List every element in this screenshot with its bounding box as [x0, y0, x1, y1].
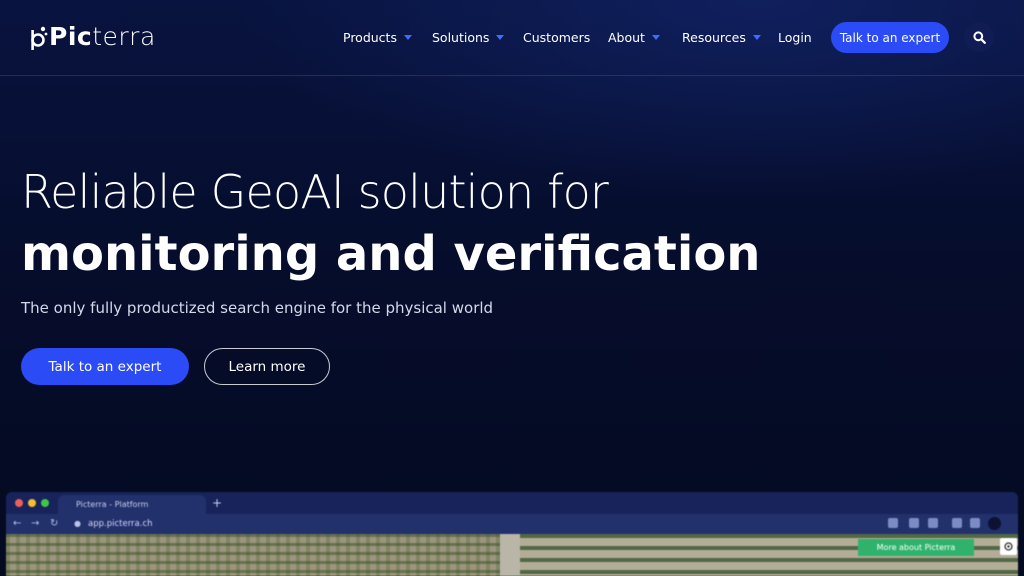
profile-avatar — [988, 517, 1001, 530]
nav-item-about[interactable]: About — [608, 23, 660, 51]
logo-text-light: terra — [92, 22, 156, 51]
hero-subtitle: The only fully productized search engine… — [21, 299, 494, 317]
chevron-down-icon — [403, 34, 412, 40]
map-road — [500, 534, 520, 576]
nav-item-label: Products — [343, 29, 397, 45]
lock-icon: ● — [74, 519, 81, 528]
share-icon — [909, 518, 919, 528]
browser-url-bar: ← → ↻ ● app.picterra.ch — [6, 514, 1018, 534]
browser-tab-title: Picterra - Platform — [76, 500, 149, 509]
nav-item-customers[interactable]: Customers — [523, 23, 590, 51]
more-about-picterra-button: More about Picterra — [858, 539, 974, 556]
hero-title-line-1: Reliable GeoAI solution for — [21, 165, 609, 219]
logo-text-bold: Pic — [49, 22, 93, 51]
hero-title-line-2: monitoring and verification — [21, 226, 761, 282]
nav-item-login[interactable]: Login — [778, 23, 812, 51]
reload-icon: ↻ — [50, 518, 59, 529]
forward-arrow-icon: → — [31, 518, 40, 529]
locate-icon — [1000, 538, 1017, 555]
chevron-down-icon — [752, 34, 761, 40]
window-close-dot — [15, 499, 23, 507]
nav-item-solutions[interactable]: Solutions — [432, 23, 505, 51]
window-maximize-dot — [41, 499, 49, 507]
key-icon — [888, 518, 898, 528]
browser-url-text: app.picterra.ch — [88, 519, 153, 529]
sidebar-icon — [970, 518, 980, 528]
talk-to-expert-button[interactable]: Talk to an expert — [21, 348, 189, 385]
star-icon — [928, 518, 938, 528]
window-minimize-dot — [28, 499, 36, 507]
nav-item-label: About — [608, 29, 645, 45]
browser-tab-bar: Picterra - Platform + — [6, 492, 1018, 514]
chevron-down-icon — [496, 34, 505, 40]
learn-more-button[interactable]: Learn more — [204, 348, 330, 385]
logo-mark-icon — [31, 26, 48, 50]
chevron-down-icon — [651, 34, 660, 40]
back-arrow-icon: ← — [13, 518, 22, 529]
site-header: Picterra Products Solutions Customers Ab… — [0, 0, 1024, 76]
picterra-logo[interactable]: Picterra — [30, 20, 156, 54]
nav-item-label: Resources — [682, 29, 746, 45]
platform-preview: Picterra - Platform + ← → ↻ ● app.picter… — [6, 492, 1018, 576]
talk-to-expert-header-button[interactable]: Talk to an expert — [831, 22, 949, 53]
nav-item-label: Login — [778, 29, 812, 45]
extensions-icon — [952, 518, 962, 528]
search-icon — [972, 30, 986, 44]
nav-item-label: Customers — [523, 29, 591, 45]
nav-item-products[interactable]: Products — [343, 23, 412, 51]
browser-tab: Picterra - Platform — [58, 495, 206, 514]
new-tab-icon: + — [212, 496, 223, 510]
nav-item-label: Solutions — [432, 29, 490, 45]
search-button[interactable] — [964, 22, 994, 52]
nav-item-resources[interactable]: Resources — [682, 23, 761, 51]
